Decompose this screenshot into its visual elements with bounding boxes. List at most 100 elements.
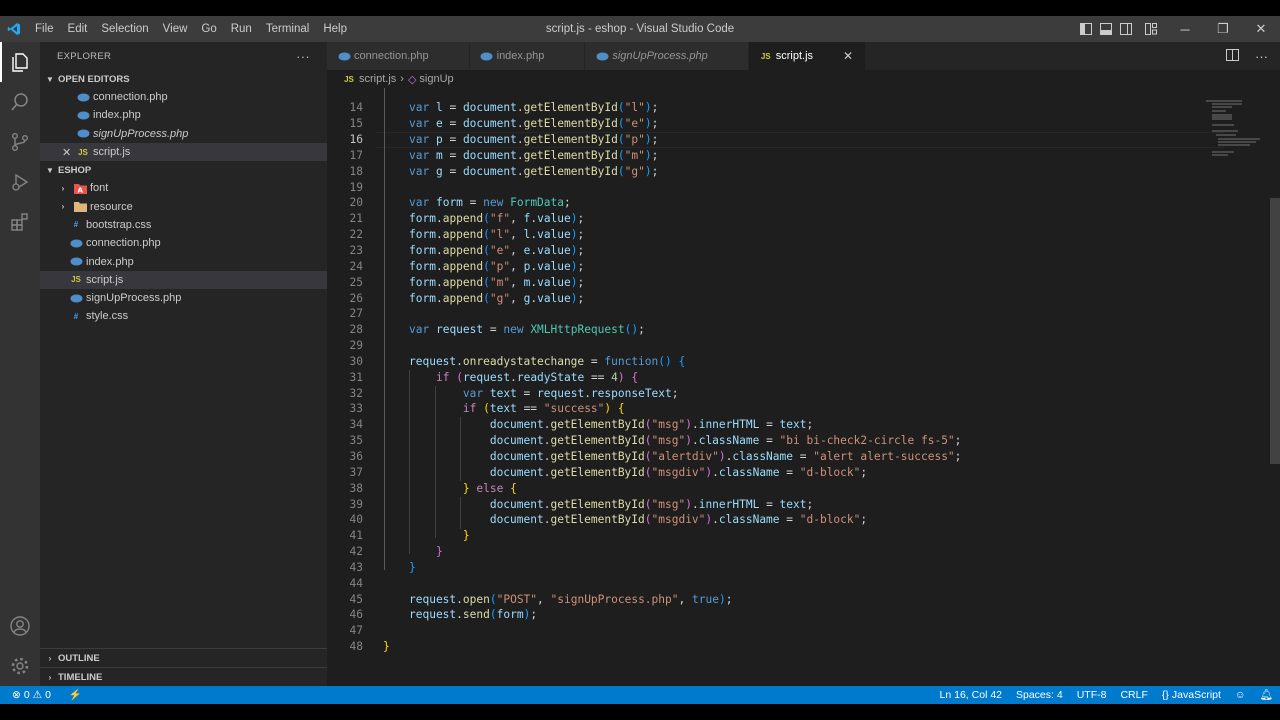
file-item[interactable]: connection.php	[40, 234, 327, 252]
file-item[interactable]: # bootstrap.css	[40, 216, 327, 234]
file-label: script.js	[86, 273, 124, 286]
open-editor-item-active[interactable]: ✕ JS script.js	[40, 142, 327, 162]
file-item[interactable]: index.php	[40, 252, 327, 270]
code-line: document.getElementById("msgdiv").classN…	[489, 466, 868, 479]
explorer-files-icon[interactable]	[0, 42, 40, 82]
code-line: if (text == "success") {	[462, 402, 625, 415]
code-line: form.append("f", f.value);	[409, 212, 585, 225]
account-icon[interactable]	[0, 606, 40, 646]
toggle-sidebar-icon[interactable]	[1076, 16, 1096, 42]
code-line: form.append("m", m.value);	[409, 276, 585, 289]
explorer-title: EXPLORER	[57, 50, 112, 62]
line-number: 38	[349, 482, 363, 495]
open-editors-section[interactable]: ▼ OPEN EDITORS	[40, 70, 327, 88]
open-editor-item[interactable]: connection.php	[40, 88, 327, 106]
live-share-icon[interactable]: ⚡	[62, 686, 89, 704]
language-mode[interactable]: {} JavaScript	[1155, 686, 1228, 704]
run-debug-icon[interactable]	[0, 162, 40, 202]
chevron-right-icon: ›	[61, 202, 65, 212]
code-line: request.onreadystatechange = function() …	[409, 355, 686, 368]
breadcrumb-symbol[interactable]: signUp	[419, 73, 453, 85]
menu-view[interactable]: View	[156, 16, 195, 42]
code-line: var g = document.getElementById("g");	[409, 165, 659, 178]
menu-go[interactable]: Go	[194, 16, 223, 42]
feedback-icon[interactable]: ☺	[1228, 686, 1253, 704]
code-line: document.getElementById("msgdiv").classN…	[489, 513, 868, 526]
line-number: 48	[349, 640, 363, 653]
open-editor-item[interactable]: signUpProcess.php	[40, 125, 327, 143]
error-count: 0	[23, 689, 30, 701]
open-editor-item[interactable]: index.php	[40, 106, 327, 124]
line-number: 18	[349, 165, 363, 178]
menu-help[interactable]: Help	[316, 16, 354, 42]
more-actions-icon[interactable]: ···	[1255, 49, 1268, 64]
code-editor[interactable]: 14 15 16 17 18 19 20 21 22 23 24 25 26 2…	[327, 88, 1280, 686]
line-number: 19	[349, 181, 363, 194]
menu-selection[interactable]: Selection	[94, 16, 155, 42]
warning-count: 0	[45, 689, 51, 701]
close-editor-icon[interactable]: ✕	[62, 146, 71, 159]
open-editor-label: script.js	[93, 146, 131, 159]
php-file-icon	[76, 108, 90, 122]
line-number: 25	[349, 276, 363, 289]
close-tab-icon[interactable]: ✕	[843, 49, 853, 63]
explorer-sidebar: EXPLORER ··· ▼ OPEN EDITORS connection.p…	[40, 42, 327, 686]
explorer-header: EXPLORER ···	[40, 42, 327, 70]
tab-script-js[interactable]: JS script.js ✕	[748, 42, 867, 70]
line-number: 26	[349, 292, 363, 305]
line-number: 15	[349, 117, 363, 130]
folder-item[interactable]: › resource	[40, 197, 327, 215]
minimap[interactable]	[1206, 88, 1266, 168]
tab-signupprocess-php[interactable]: signUpProcess.php	[585, 42, 749, 70]
cursor-position[interactable]: Ln 16, Col 42	[933, 686, 1009, 704]
warning-icon: ⚠	[32, 689, 43, 701]
file-item[interactable]: signUpProcess.php	[40, 289, 327, 307]
notifications-bell-icon[interactable]: 🔔︎	[1253, 686, 1280, 704]
tab-connection-php[interactable]: connection.php	[327, 42, 470, 70]
braces-icon: {}	[1161, 689, 1169, 701]
workspace-section[interactable]: ▼ ESHOP	[40, 161, 327, 179]
settings-gear-icon[interactable]	[0, 646, 40, 686]
search-icon[interactable]	[0, 82, 40, 122]
toggle-panel-icon[interactable]	[1096, 16, 1116, 42]
encoding[interactable]: UTF-8	[1070, 686, 1114, 704]
code-line: }	[435, 545, 443, 558]
menu-edit[interactable]: Edit	[61, 16, 95, 42]
vertical-scrollbar[interactable]	[1270, 198, 1280, 464]
file-item[interactable]: # style.css	[40, 307, 327, 325]
svg-text:A: A	[77, 186, 83, 194]
line-number: 17	[349, 149, 363, 162]
line-number: 16	[349, 133, 363, 146]
file-label: signUpProcess.php	[86, 292, 182, 305]
toggle-secondary-sidebar-icon[interactable]	[1116, 16, 1136, 42]
file-item-active[interactable]: JS script.js	[40, 270, 327, 289]
customize-layout-icon[interactable]	[1136, 16, 1166, 42]
tab-index-php[interactable]: index.php	[469, 42, 586, 70]
menu-terminal[interactable]: Terminal	[259, 16, 316, 42]
minimize-button[interactable]: ─	[1166, 16, 1204, 42]
menu-run[interactable]: Run	[224, 16, 259, 42]
end-of-line[interactable]: CRLF	[1113, 686, 1154, 704]
code-line: document.getElementById("msg").innerHTML…	[489, 418, 814, 431]
tab-label: script.js	[775, 50, 814, 62]
close-window-button[interactable]: ✕	[1242, 16, 1280, 42]
restore-button[interactable]: ❐	[1204, 16, 1242, 42]
breadcrumb-file[interactable]: script.js	[359, 73, 396, 85]
line-number: 45	[349, 593, 363, 606]
outline-section[interactable]: › OUTLINE	[40, 648, 327, 667]
timeline-section[interactable]: › TIMELINE	[40, 667, 327, 686]
line-number: 44	[349, 577, 363, 590]
open-editors-title: OPEN EDITORS	[58, 73, 130, 85]
menu-file[interactable]: File	[28, 16, 61, 42]
tab-label: signUpProcess.php	[612, 50, 708, 62]
extensions-icon[interactable]	[0, 202, 40, 242]
problems-indicator[interactable]: ⊗ 0 ⚠ 0	[12, 686, 58, 704]
split-editor-icon[interactable]	[1226, 48, 1239, 64]
font-folder-icon: A	[73, 181, 87, 195]
source-control-icon[interactable]	[0, 122, 40, 162]
folder-item[interactable]: › A font	[40, 179, 327, 197]
line-number: 24	[349, 260, 363, 273]
more-actions-icon[interactable]: ···	[296, 49, 310, 64]
code-line: document.getElementById("alertdiv").clas…	[489, 450, 962, 463]
indentation[interactable]: Spaces: 4	[1009, 686, 1070, 704]
